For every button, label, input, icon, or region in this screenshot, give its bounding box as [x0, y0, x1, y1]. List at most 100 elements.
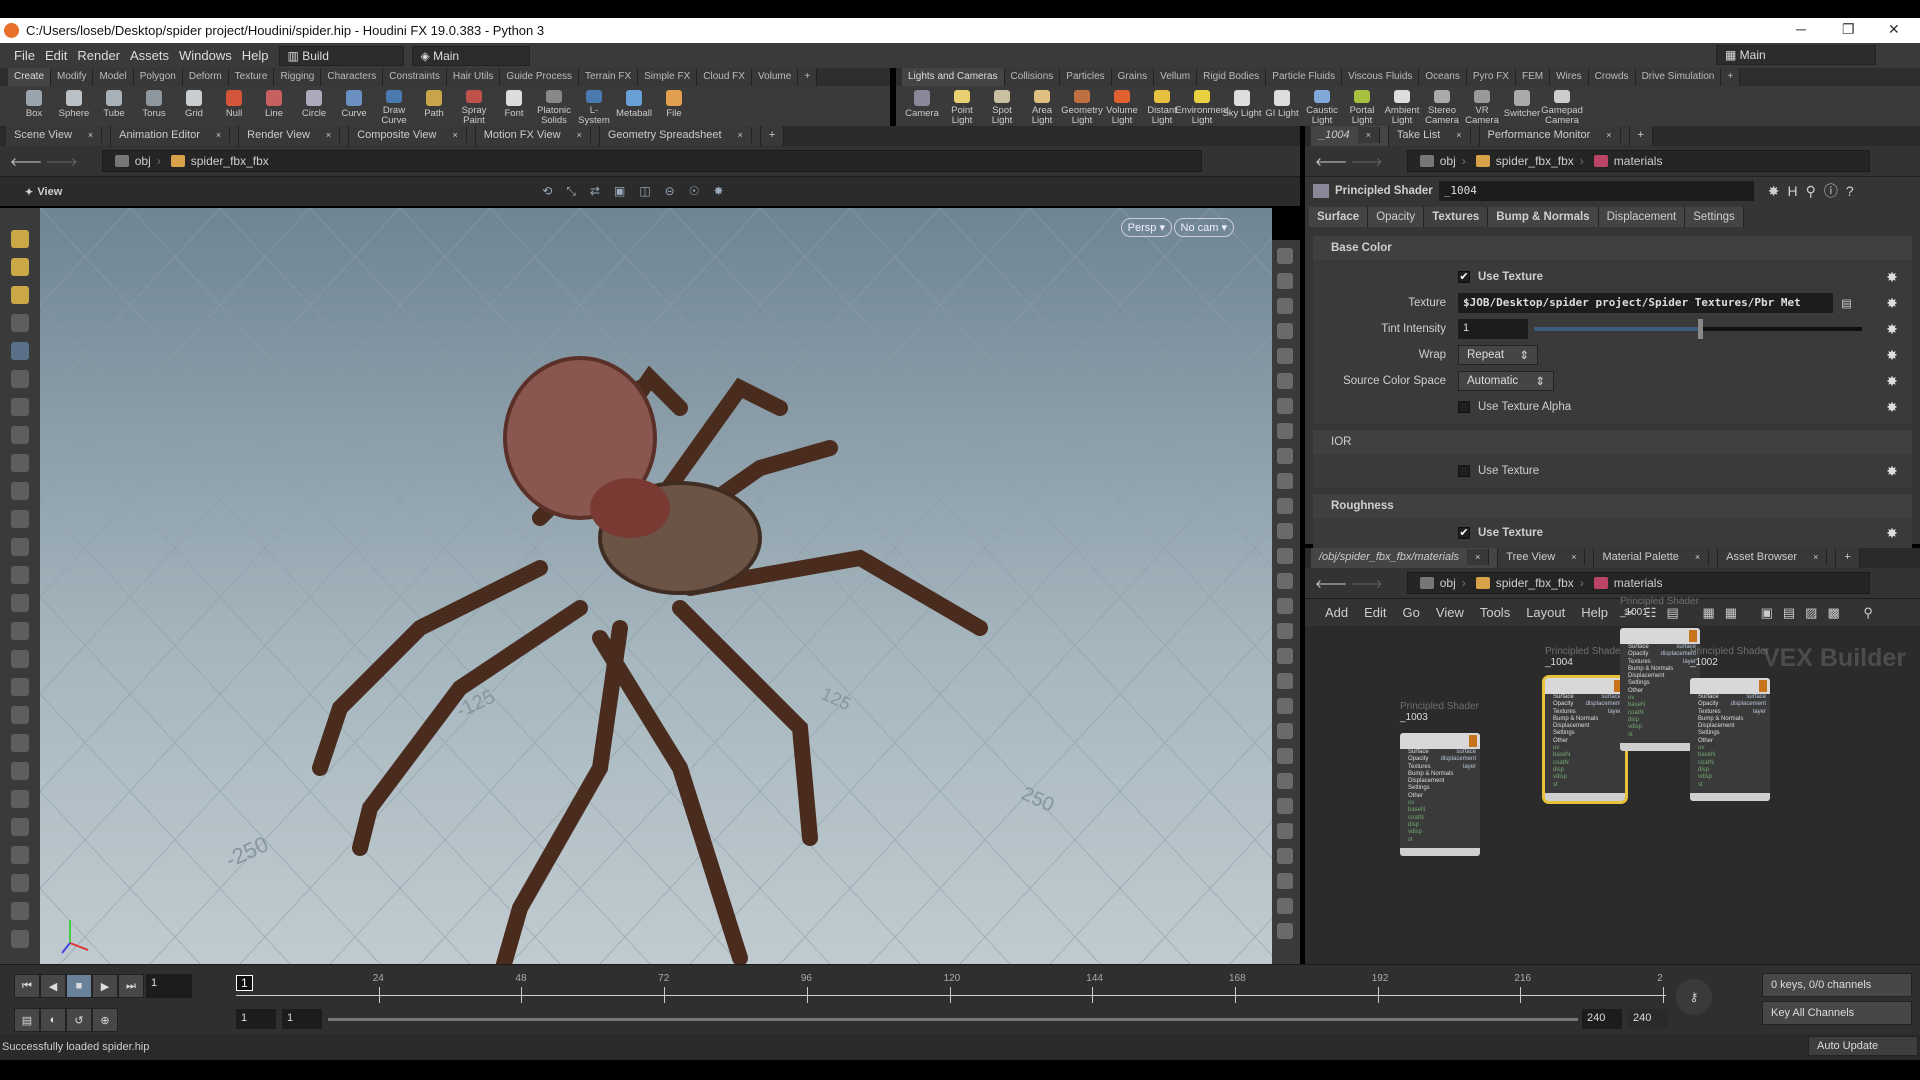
node-input[interactable]: Settings [1690, 730, 1770, 737]
jump-end-button[interactable]: ⏭ [118, 974, 144, 998]
node-input[interactable]: baseN [1400, 807, 1480, 814]
pane-tab[interactable]: Scene View × [6, 126, 112, 146]
tool-icon[interactable] [11, 314, 29, 332]
shelf-tool[interactable]: GI Light [1262, 86, 1302, 126]
shelf-tool[interactable]: Switcher [1502, 86, 1542, 126]
node-input[interactable]: Displacement [1620, 673, 1700, 680]
node-input[interactable]: Bump & Normals [1620, 666, 1700, 673]
shelf-right-tab[interactable]: Grains [1111, 68, 1155, 86]
node-input[interactable]: st [1400, 837, 1480, 844]
add-tab-icon[interactable]: + [798, 68, 818, 86]
shelf-tool[interactable]: Area Light [1022, 86, 1062, 126]
node-output-label[interactable]: surface [1456, 749, 1476, 756]
shelf-left-tab[interactable]: Cloud FX [697, 68, 752, 86]
shelf-tool[interactable]: Spray Paint [454, 86, 494, 126]
node-input[interactable]: disp [1400, 822, 1480, 829]
shelf-left-tab[interactable]: Create [8, 68, 52, 86]
display-option-icon[interactable] [1277, 873, 1293, 889]
display-option-icon[interactable] [1277, 898, 1293, 914]
add-tab-icon[interactable]: + [760, 126, 785, 146]
gear-icon[interactable]: ✸ [1884, 295, 1900, 311]
viewer-tools-icons[interactable]: ⟲⤡⇄▣◫⊝☉✸ [542, 184, 737, 199]
node-input[interactable]: uv [1690, 745, 1770, 752]
pane-tab[interactable]: Tree View × [1498, 548, 1595, 568]
shelf-left-tab[interactable]: Simple FX [638, 68, 698, 86]
desktop-select[interactable]: ▥ Build [278, 45, 404, 66]
network-menu-item[interactable]: View [1436, 605, 1464, 620]
display-option-icon[interactable] [1277, 323, 1293, 339]
shelf-tool[interactable]: Tube [94, 86, 134, 126]
crumb-obj[interactable]: obj [1440, 154, 1456, 168]
network-menu-item[interactable]: Layout [1526, 605, 1565, 620]
breadcrumb[interactable]: obj › spider_fbx_fbx [101, 150, 1202, 172]
node-input[interactable]: Bump & Normals [1545, 716, 1625, 723]
shelf-right-tab[interactable]: Rigid Bodies [1197, 68, 1267, 86]
pane-tab[interactable]: Render View × [239, 126, 350, 146]
close-tab-icon[interactable]: × [568, 127, 591, 143]
shelf-tool[interactable]: Curve [334, 86, 374, 126]
node-name-field[interactable]: _1004 [1438, 180, 1754, 201]
play-button[interactable]: ▶ [92, 974, 118, 998]
tool-icon[interactable] [11, 622, 29, 640]
network-menu-item[interactable]: Add [1325, 605, 1348, 620]
node-input[interactable]: Settings [1545, 730, 1625, 737]
tool-icon[interactable] [11, 706, 29, 724]
3d-viewport[interactable]: -125 125 250 -250 Persp ▾ No cam ▾ [40, 208, 1272, 964]
shelf-right-tab[interactable]: Collisions [1004, 68, 1061, 86]
shelf-right-tab[interactable]: Drive Simulation [1635, 68, 1722, 86]
tool-icon[interactable] [11, 762, 29, 780]
shelf-tool[interactable]: Box [14, 86, 54, 126]
pane-tab[interactable]: Composite View × [349, 126, 476, 146]
audio-icon[interactable]: ◐ [40, 1008, 66, 1032]
network-menu-item[interactable]: Help [1581, 605, 1608, 620]
node-input[interactable]: st [1690, 782, 1770, 789]
node-input[interactable]: Textures layer [1400, 764, 1480, 771]
close-tab-icon[interactable]: × [1598, 127, 1621, 143]
breadcrumb[interactable]: obj › spider_fbx_fbx › materials [1406, 572, 1870, 594]
display-option-icon[interactable] [1277, 823, 1293, 839]
pane-tab[interactable]: /obj/spider_fbx_fbx/materials × [1311, 548, 1499, 568]
pane-tab[interactable]: Material Palette × [1594, 548, 1719, 568]
shader-node[interactable]: Surface surface Opacity displacement Texture… [1400, 733, 1480, 856]
tool-icon[interactable] [11, 650, 29, 668]
shelf-tool[interactable]: Portal Light [1342, 86, 1382, 126]
add-tab-icon[interactable]: + [1629, 126, 1653, 146]
node-input[interactable]: coatN [1620, 710, 1700, 717]
node-input[interactable]: Other [1545, 738, 1625, 745]
crumb-spider[interactable]: spider_fbx_fbx [191, 154, 269, 168]
shelf-left-tab[interactable]: Model [93, 68, 134, 86]
node-input[interactable]: Settings [1400, 785, 1480, 792]
shelf-left-tab[interactable]: Modify [51, 68, 94, 86]
node-output-label[interactable]: displacement [1441, 756, 1476, 763]
node-input[interactable]: uv [1620, 695, 1700, 702]
node-output-label[interactable]: layer [1753, 709, 1766, 716]
tool-icon[interactable] [11, 874, 29, 892]
close-tab-icon[interactable]: × [79, 127, 103, 143]
node-input[interactable]: Surface surface [1545, 694, 1625, 701]
node-input[interactable]: Bump & Normals [1400, 771, 1480, 778]
tool-icon[interactable] [11, 818, 29, 836]
key-mode-select[interactable]: Key All Channels [1762, 1001, 1912, 1025]
node-output-label[interactable]: displacement [1731, 701, 1766, 708]
tool-icon[interactable] [11, 370, 29, 388]
use-texture-alpha-checkbox[interactable] [1458, 401, 1470, 413]
shelf-tool[interactable]: Gamepad Camera [1541, 86, 1583, 126]
display-option-icon[interactable] [1277, 298, 1293, 314]
param-tab[interactable]: Settings [1685, 207, 1744, 227]
keys-channels-display[interactable]: 0 keys, 0/0 channels [1762, 973, 1912, 997]
shelf-tool[interactable]: Font [494, 86, 534, 126]
playback-start-field[interactable]: 1 [282, 1009, 322, 1029]
node-input[interactable]: Surface surface [1690, 694, 1770, 701]
node-input[interactable]: coatN [1400, 815, 1480, 822]
shelf-right-tab[interactable]: Vellum [1154, 68, 1198, 86]
close-tab-icon[interactable]: × [444, 127, 467, 143]
node-input[interactable]: Textures layer [1690, 709, 1770, 716]
node-input[interactable]: disp [1620, 717, 1700, 724]
display-option-icon[interactable] [1277, 773, 1293, 789]
shelf-right-tab[interactable]: Crowds [1588, 68, 1636, 86]
tool-icon[interactable] [11, 594, 29, 612]
close-tab-icon[interactable]: × [317, 127, 341, 143]
shelf-left-tab[interactable]: Rigging [274, 68, 322, 86]
menu-assets[interactable]: Assets [130, 48, 169, 63]
node-output-label[interactable]: displacement [1586, 701, 1621, 708]
